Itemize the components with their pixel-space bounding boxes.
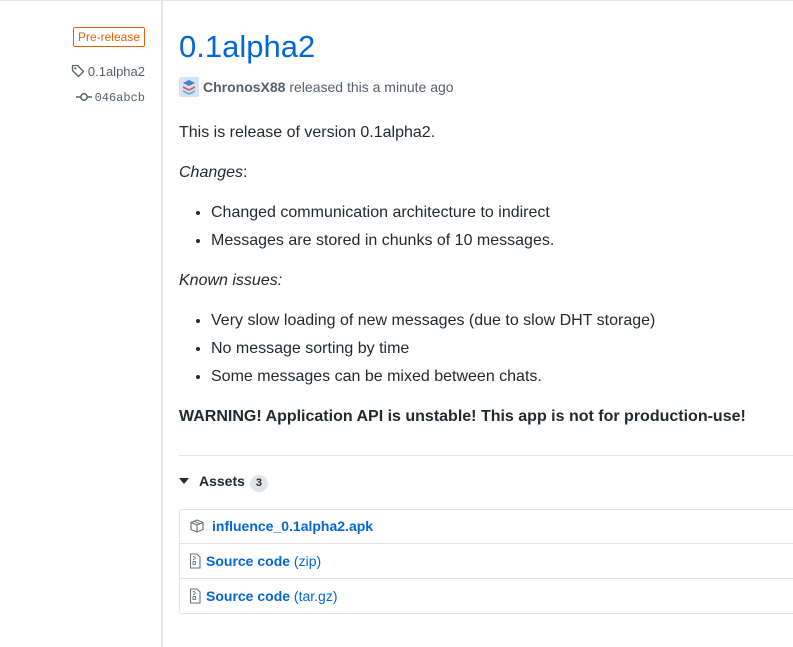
assets-list: influence_0.1alpha2.apk Source code (zip…: [179, 509, 793, 614]
commit-link[interactable]: 046abcb: [75, 91, 145, 105]
asset-row[interactable]: influence_0.1alpha2.apk: [180, 510, 793, 543]
known-issues-heading: Known issues:: [179, 272, 283, 289]
author-link[interactable]: ChronosX88: [203, 79, 285, 95]
assets-label: Assets: [199, 473, 245, 489]
asset-format[interactable]: (tar.gz): [294, 588, 338, 604]
changes-colon: :: [243, 164, 248, 181]
changes-list: Changed communication architecture to in…: [179, 201, 793, 257]
tag-icon: [71, 64, 85, 78]
release-title[interactable]: 0.1alpha2: [179, 27, 315, 67]
asset-link[interactable]: influence_0.1alpha2.apk: [212, 518, 373, 534]
tag-link[interactable]: 0.1alpha2: [71, 64, 145, 79]
prerelease-badge: Pre-release: [72, 27, 145, 47]
caret-down-icon: [179, 478, 189, 484]
list-item: Changed communication architecture to in…: [211, 201, 793, 225]
commit-icon: [75, 93, 92, 101]
known-issues-list: Very slow loading of new messages (due t…: [179, 309, 793, 393]
commit-sha: 046abcb: [94, 91, 145, 105]
avatar[interactable]: [179, 77, 199, 97]
assets-divider: [179, 455, 793, 456]
file-zip-icon: [189, 553, 201, 569]
released-text: released this a minute ago: [289, 79, 454, 95]
assets-toggle[interactable]: Assets 3: [179, 471, 269, 492]
asset-row[interactable]: Source code (tar.gz): [180, 578, 793, 613]
warning-text: WARNING! Application API is unstable! Th…: [179, 408, 746, 425]
tag-label: 0.1alpha2: [87, 64, 145, 79]
list-item: Very slow loading of new messages (due t…: [211, 309, 793, 333]
asset-row[interactable]: Source code (zip): [180, 543, 793, 578]
source-code-zip-link[interactable]: Source code: [206, 553, 290, 569]
release-description: This is release of version 0.1alpha2.: [179, 124, 436, 141]
list-item: Messages are stored in chunks of 10 mess…: [211, 229, 793, 253]
list-item: Some messages can be mixed between chats…: [211, 365, 793, 389]
assets-count: 3: [249, 475, 269, 492]
sidebar-divider: [161, 0, 163, 647]
changes-heading-text: Changes: [179, 164, 244, 181]
changes-heading: Changes:: [179, 161, 248, 185]
release-meta: ChronosX88 released this a minute ago: [179, 77, 454, 97]
list-item: No message sorting by time: [211, 337, 793, 361]
package-icon: [190, 519, 204, 533]
asset-format[interactable]: (zip): [294, 553, 321, 569]
source-code-targz-link[interactable]: Source code: [206, 588, 290, 604]
file-zip-icon: [189, 588, 201, 604]
release-sidebar: Pre-release 0.1alpha2 046abcb: [0, 0, 161, 647]
